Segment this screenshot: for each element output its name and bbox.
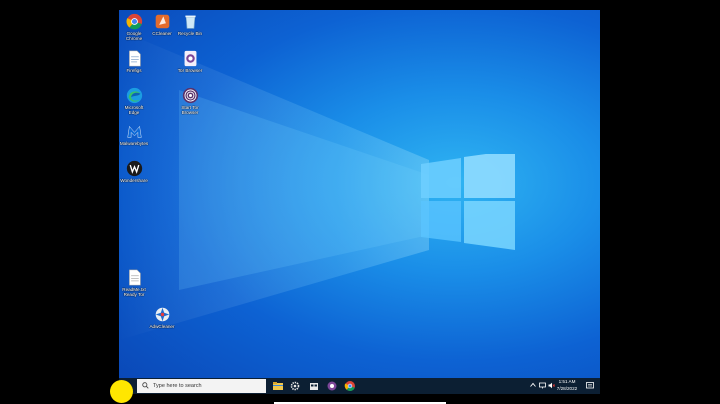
desktop-icon-chrome[interactable]: Google Chrome: [119, 13, 149, 41]
search-icon: [142, 382, 149, 389]
malwarebytes-icon: [126, 125, 142, 138]
network-icon[interactable]: [539, 382, 546, 389]
chrome-icon[interactable]: [344, 380, 356, 392]
system-clock[interactable]: 1:51 AM 7/28/2022: [556, 379, 578, 392]
desktop-icon-start-tor-browser[interactable]: Start Tor Browser: [175, 87, 205, 115]
desktop-icon-label: CCleaner: [152, 31, 172, 36]
desktop-icon-label: Firefigs: [126, 68, 142, 73]
desktop-icon-label: Google Chrome: [125, 31, 143, 41]
desktop-icon-label: ReadMe.txt Ready Tor: [122, 287, 146, 297]
desktop-icon-label: Malwarebytes: [119, 141, 149, 146]
desktop-screen: Google Chrome CCleaner Recycle Bin Firef…: [119, 10, 600, 394]
text-file-icon: [128, 269, 141, 286]
desktop-icon-label: Recycle Bin: [177, 31, 203, 36]
recycle-bin-icon: [184, 15, 196, 29]
tor-browser-icon: [184, 50, 196, 67]
chrome-icon: [126, 13, 142, 30]
desktop-icon-ccleaner[interactable]: CCleaner: [147, 13, 177, 36]
clock-date: 7/28/2022: [556, 385, 578, 391]
desktop-icon-recycle-bin[interactable]: Recycle Bin: [175, 13, 205, 36]
adwcleaner-icon: [155, 307, 169, 322]
desktop-icon-edge[interactable]: Microsoft Edge: [119, 87, 149, 115]
desktop-icon-label: Tor Browser: [177, 68, 203, 73]
store-icon[interactable]: [308, 380, 320, 392]
tor-start-icon: [182, 87, 198, 104]
desktop-icon-adwcleaner[interactable]: AdwCleaner: [147, 306, 177, 329]
cursor-highlight: [110, 380, 133, 403]
desktop-icon-wondershare[interactable]: Wondershare: [119, 160, 149, 183]
desktop-icon-readme[interactable]: ReadMe.txt Ready Tor: [119, 269, 149, 297]
clock-time: 1:51 AM: [558, 379, 576, 384]
wondershare-icon: [126, 160, 142, 177]
desktop-icon-firefigs[interactable]: Firefigs: [119, 50, 149, 73]
windows-logo: [421, 154, 515, 250]
desktop-icon-label: AdwCleaner: [149, 324, 175, 329]
file-explorer-icon[interactable]: [272, 380, 284, 392]
notification-icon[interactable]: [586, 382, 594, 390]
desktop-icon-label: Start Tor Browser: [181, 105, 199, 115]
ccleaner-icon: [155, 14, 169, 29]
settings-icon[interactable]: [289, 380, 301, 392]
search-input[interactable]: Type here to search: [137, 379, 266, 393]
volume-muted-icon[interactable]: [548, 382, 555, 389]
desktop-icon-tor-browser[interactable]: Tor Browser: [175, 50, 205, 73]
desktop-icon-label: Wondershare: [120, 178, 148, 183]
desktop-icon-malwarebytes[interactable]: Malwarebytes: [119, 123, 149, 146]
chevron-up-icon[interactable]: [530, 382, 536, 388]
edge-icon: [126, 87, 142, 104]
search-placeholder: Type here to search: [153, 383, 202, 389]
tor-browser-icon[interactable]: [326, 380, 338, 392]
desktop-icon-label: Microsoft Edge: [124, 105, 144, 115]
document-icon: [128, 50, 141, 67]
taskbar: Type here to search 1:51 AM 7/28/2022: [119, 378, 600, 394]
